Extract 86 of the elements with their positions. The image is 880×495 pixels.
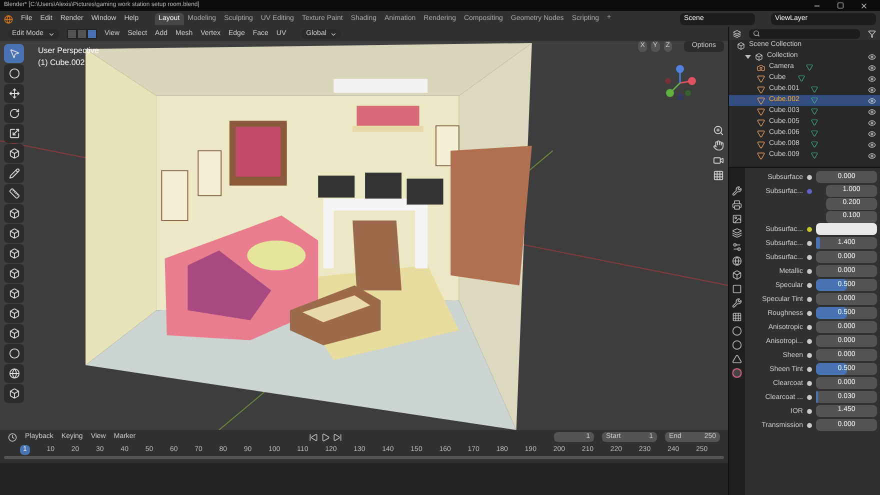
visibility-icon[interactable] [868,118,876,126]
tool-icon [8,128,20,139]
navigation-gizmo-icon[interactable] [662,63,698,103]
tool-icon [8,68,20,79]
tool-button[interactable] [4,44,24,63]
outliner-search-field[interactable] [749,28,860,38]
tool-icon [8,248,20,259]
tool-button[interactable] [4,244,24,263]
properties-tab-icon[interactable] [732,186,742,196]
hand-icon[interactable] [713,140,724,151]
visibility-icon[interactable] [868,74,876,82]
tool-button[interactable] [4,64,24,83]
expand-arrow-icon[interactable] [745,54,751,58]
visibility-icon[interactable] [868,130,876,138]
search-icon [753,30,760,37]
tool-icon [8,368,20,379]
properties-tab-icon[interactable] [732,214,742,224]
properties-tab-icon[interactable] [732,256,742,266]
tool-button[interactable] [4,204,24,223]
tool-icon [8,348,20,359]
color-swatch[interactable] [816,223,877,235]
zoom-icon[interactable] [713,125,724,136]
visibility-icon[interactable] [868,52,876,60]
tool-icon [8,188,20,199]
tool-icon [8,288,20,299]
visibility-icon[interactable] [868,152,876,160]
tool-icon [8,168,20,179]
tool-icon [8,108,20,119]
visibility-icon[interactable] [868,96,876,104]
select-mode-button[interactable] [86,29,97,39]
tool-button[interactable] [4,264,24,283]
visibility-icon[interactable] [868,86,876,94]
jump-start-icon[interactable] [308,432,318,442]
properties-tab-icon[interactable] [732,284,742,294]
properties-tab-icon[interactable] [732,200,742,210]
tool-button[interactable] [4,384,24,403]
properties-tab-icon[interactable] [732,270,742,280]
tool-icon [8,48,20,59]
tool-icon [8,308,20,319]
properties-tab-icon[interactable] [732,354,742,364]
camera-icon[interactable] [713,155,724,166]
collection-icon [737,42,745,50]
tool-button[interactable] [4,84,24,103]
tool-button[interactable] [4,284,24,303]
tool-button[interactable] [4,124,24,143]
tool-button[interactable] [4,164,24,183]
properties-tab-icon[interactable] [732,312,742,322]
properties-tab-icon[interactable] [732,326,742,336]
chevron-down-icon [330,30,338,38]
play-icon[interactable] [320,432,330,442]
tool-icon [8,388,20,399]
tool-icon [8,148,20,159]
tool-icon [8,328,20,339]
view-name-label: User Perspective [38,45,99,57]
tool-icon [8,228,20,239]
tool-icon [8,268,20,279]
properties-tab-icon[interactable] [732,228,742,238]
visibility-icon[interactable] [868,64,876,72]
timeline-scrollbar[interactable] [4,456,724,459]
display-mode-icon[interactable] [733,30,741,38]
properties-tab-icon[interactable] [732,368,742,378]
camera-icon [757,64,765,72]
filter-icon[interactable] [868,30,876,38]
visibility-icon[interactable] [868,140,876,148]
tool-button[interactable] [4,224,24,243]
collection-icon [755,52,763,60]
jump-end-icon[interactable] [332,432,342,442]
tool-button[interactable] [4,344,24,363]
chevron-down-icon [48,30,55,38]
close-icon[interactable] [860,2,868,10]
tool-button[interactable] [4,144,24,163]
tool-button[interactable] [4,184,24,203]
tool-button[interactable] [4,324,24,343]
properties-tab-icon[interactable] [732,298,742,308]
tool-button[interactable] [4,364,24,383]
tool-icon [8,208,20,219]
tool-button[interactable] [4,304,24,323]
editor-type-icon[interactable] [8,432,17,442]
properties-tab-icon[interactable] [732,340,742,350]
properties-tab-icon[interactable] [732,242,742,252]
tool-button[interactable] [4,104,24,123]
active-object-label: (1) Cube.002 [38,57,86,69]
maximize-icon[interactable] [837,2,844,8]
tool-icon [8,88,20,99]
grid-icon[interactable] [713,170,724,181]
visibility-icon[interactable] [868,108,876,116]
